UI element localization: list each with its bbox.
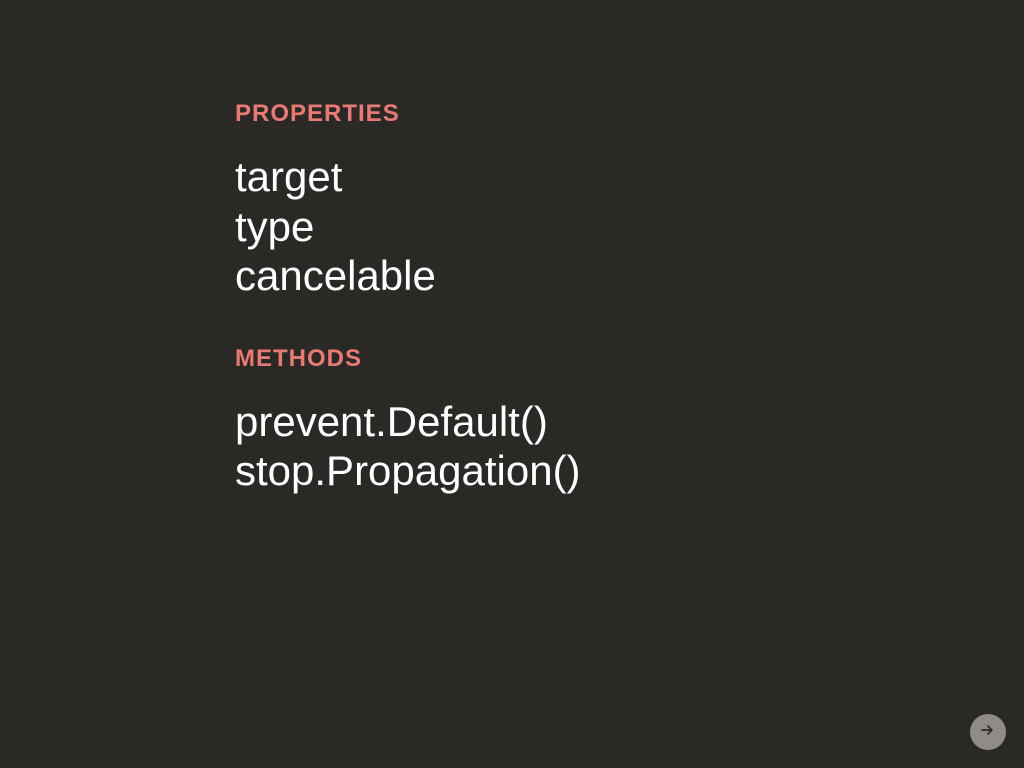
- section-heading-properties: PROPERTIES: [235, 100, 581, 128]
- properties-list: target type cancelable: [235, 152, 581, 301]
- method-item: prevent.Default(): [235, 397, 581, 447]
- section-properties: PROPERTIES target type cancelable: [235, 100, 581, 301]
- property-item: target: [235, 152, 581, 202]
- slide-content: PROPERTIES target type cancelable METHOD…: [235, 100, 581, 540]
- methods-list: prevent.Default() stop.Propagation(): [235, 397, 581, 496]
- method-item: stop.Propagation(): [235, 446, 581, 496]
- section-methods: METHODS prevent.Default() stop.Propagati…: [235, 345, 581, 496]
- next-slide-button[interactable]: [970, 714, 1006, 750]
- property-item: type: [235, 202, 581, 252]
- arrow-right-circle-icon: [978, 720, 998, 745]
- property-item: cancelable: [235, 251, 581, 301]
- section-heading-methods: METHODS: [235, 345, 581, 373]
